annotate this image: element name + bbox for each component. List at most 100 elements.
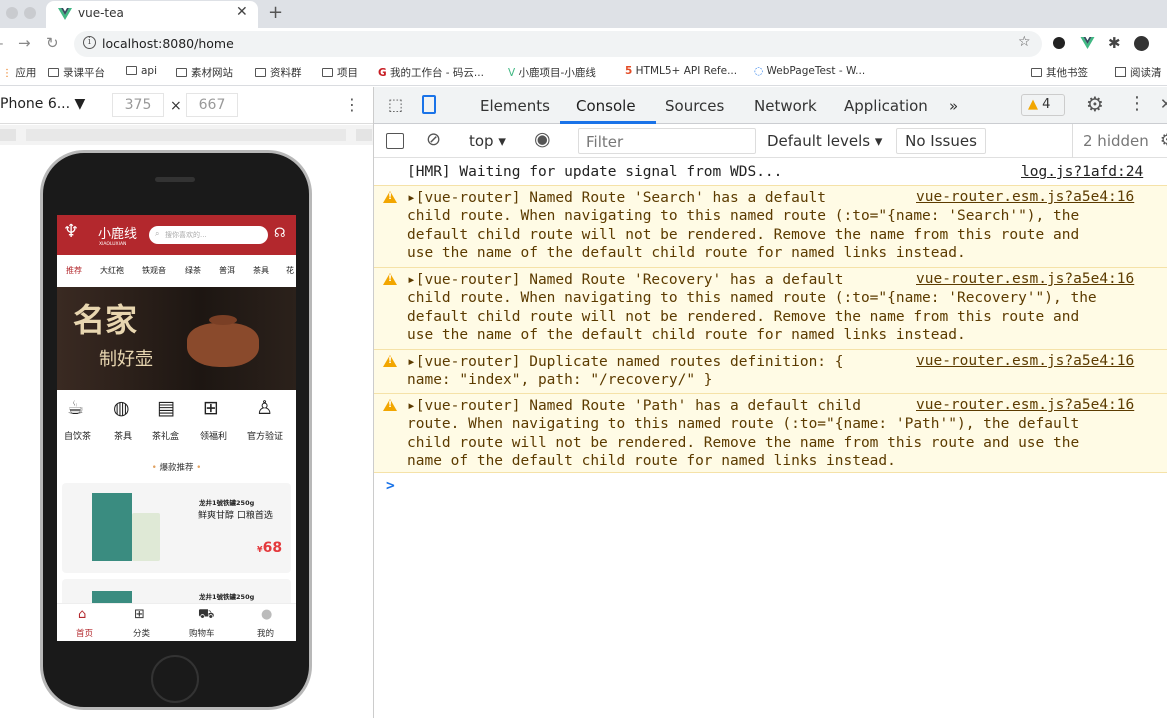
nav-item[interactable]: 普洱 — [219, 265, 235, 276]
clear-console-icon[interactable]: ⊘ — [426, 129, 441, 150]
devtools-tabbar: ⬚ Elements Console Sources Network Appli… — [374, 87, 1167, 124]
devtools-menu-icon[interactable]: ⋮ — [1128, 93, 1146, 114]
category-icons: ☕ 自饮茶 ◍ 茶具 ▤ 茶礼盒 ⊞ 领福利 ♙ 官方验证 — [57, 397, 296, 445]
warning-count-badge[interactable]: ▲ 4 — [1021, 94, 1065, 116]
inspect-element-icon[interactable]: ⬚ — [388, 95, 403, 114]
bookmark-apps[interactable]: ⋮ 应用 — [2, 65, 36, 80]
bookmark-item[interactable]: 资料群 — [255, 65, 302, 80]
device-toggle-icon[interactable] — [422, 95, 436, 114]
more-tabs-icon[interactable]: » — [949, 97, 958, 115]
window-close-dot[interactable] — [6, 7, 18, 19]
nav-item[interactable]: 绿茶 — [185, 265, 201, 276]
tab-application[interactable]: Application — [844, 97, 928, 115]
warning-source-link[interactable]: vue-router.esm.js?a5e4:16 — [916, 189, 1134, 205]
device-width-input[interactable]: 375 — [112, 93, 164, 117]
live-expression-eye-icon[interactable]: ◉ — [534, 128, 551, 150]
bookmark-star-icon[interactable]: ☆ — [1018, 34, 1031, 50]
window-minimize-dot[interactable] — [24, 7, 36, 19]
folder-icon — [322, 68, 333, 77]
console-settings-icon[interactable]: ⚙ — [1160, 130, 1167, 149]
category-label[interactable]: 领福利 — [200, 429, 227, 442]
warning-source-link[interactable]: vue-router.esm.js?a5e4:16 — [916, 353, 1134, 369]
console-warning-message[interactable]: ▸[vue-router] Named Route 'Recovery' has… — [374, 267, 1167, 349]
warning-source-link[interactable]: vue-router.esm.js?a5e4:16 — [916, 397, 1134, 413]
more-options-icon[interactable]: ⋮ — [344, 95, 360, 114]
product-card[interactable]: 龙井1號铁罐250g 鲜爽甘醇 口粮首选 ¥68 — [62, 483, 291, 573]
bookmark-item[interactable]: ◌ WebPageTest - W... — [754, 65, 865, 77]
tab-sources[interactable]: Sources — [665, 97, 724, 115]
nav-item[interactable]: 推荐 — [66, 265, 82, 276]
device-select[interactable]: Phone 6... ▼ — [0, 96, 85, 112]
close-devtools-icon[interactable]: ✕ — [1160, 95, 1167, 113]
tab-console[interactable]: Console — [576, 97, 636, 115]
console-warning-message[interactable]: ▸[vue-router] Named Route 'Search' has a… — [374, 185, 1167, 267]
console-prompt[interactable]: > — [386, 478, 395, 494]
bottom-tabbar: ⌂ 首页 ⊞ 分类 ⛟ 购物车 ● 我的 — [57, 603, 296, 641]
gift-icon[interactable]: ⊞ — [203, 397, 219, 419]
headset-icon[interactable]: ☊ — [274, 226, 286, 241]
bookmark-item[interactable]: 素材网站 — [176, 65, 233, 80]
gitee-icon: G — [378, 67, 387, 79]
extension-icon[interactable] — [1053, 37, 1065, 49]
nav-item[interactable]: 铁观音 — [142, 265, 166, 276]
log-levels-select[interactable]: Default levels ▾ — [767, 132, 882, 150]
home-icon[interactable]: ⌂ — [78, 607, 86, 622]
console-warning-message[interactable]: ▸[vue-router] Named Route 'Path' has a d… — [374, 393, 1167, 473]
bookmark-item[interactable]: 5 HTML5+ API Refe... — [625, 65, 737, 77]
tab-network[interactable]: Network — [754, 97, 817, 115]
browser-tab[interactable]: vue-tea ✕ — [46, 1, 258, 28]
tab-home[interactable]: 首页 — [76, 627, 93, 639]
nav-item[interactable]: 茶具 — [253, 265, 269, 276]
user-icon[interactable]: ● — [261, 607, 272, 622]
bookmark-item[interactable]: api — [126, 65, 157, 77]
bookmark-item[interactable]: 项目 — [322, 65, 358, 80]
verify-user-icon[interactable]: ♙ — [256, 397, 273, 419]
tab-category[interactable]: 分类 — [133, 627, 150, 639]
back-icon[interactable]: – — [0, 34, 4, 52]
search-input[interactable]: ⌕ 搜你喜欢的... — [149, 226, 268, 244]
nav-item[interactable]: 大红袍 — [100, 265, 124, 276]
tab-cart[interactable]: 购物车 — [189, 627, 215, 639]
nav-item[interactable]: 花 — [286, 265, 294, 276]
tea-set-icon[interactable]: ◍ — [113, 397, 130, 419]
bookmark-item[interactable]: G 我的工作台 - 码云... — [378, 65, 484, 80]
new-tab-icon[interactable]: + — [268, 2, 283, 23]
forward-icon[interactable]: → — [18, 34, 31, 52]
console-filter-input[interactable]: Filter — [578, 128, 756, 154]
category-label[interactable]: 官方验证 — [247, 429, 283, 442]
vue-devtools-icon[interactable] — [1080, 36, 1095, 50]
log-source-link[interactable]: log.js?1afd:24 — [1021, 164, 1143, 180]
promo-banner[interactable]: 名家 制好壶 — [57, 287, 296, 390]
site-info-icon[interactable]: i — [83, 36, 96, 49]
reload-icon[interactable]: ↻ — [46, 34, 59, 52]
media-query-bar[interactable] — [0, 125, 373, 145]
console-toolbar: ⊘ top ▾ ◉ Filter Default levels ▾ No Iss… — [374, 124, 1167, 158]
bookmark-item[interactable]: 录课平台 — [48, 65, 105, 80]
category-label[interactable]: 茶具 — [114, 429, 132, 442]
tab-elements[interactable]: Elements — [480, 97, 550, 115]
bookmark-item[interactable]: V 小鹿项目-小鹿线 — [508, 65, 596, 80]
issues-button[interactable]: No Issues — [896, 128, 986, 154]
teapot-image — [187, 323, 259, 367]
cart-icon[interactable]: ⛟ — [198, 607, 214, 624]
bookmark-item[interactable]: 其他书签 — [1031, 65, 1088, 80]
url-text[interactable]: localhost:8080/home — [102, 36, 234, 51]
profile-icon[interactable] — [1134, 36, 1149, 51]
tab-mine[interactable]: 我的 — [257, 627, 274, 639]
extensions-puzzle-icon[interactable]: ✱ — [1108, 34, 1121, 52]
bookmark-item[interactable]: 阅读清 — [1115, 65, 1162, 80]
sidebar-toggle-icon[interactable] — [386, 133, 404, 149]
category-label[interactable]: 茶礼盒 — [152, 429, 179, 442]
gift-box-icon[interactable]: ▤ — [157, 397, 175, 419]
device-height-input[interactable]: 667 — [186, 93, 238, 117]
category-label[interactable]: 自饮茶 — [64, 429, 91, 442]
home-button[interactable] — [151, 655, 199, 703]
context-select[interactable]: top ▾ — [469, 132, 506, 150]
grid-icon[interactable]: ⊞ — [134, 607, 145, 622]
omnibox[interactable]: i localhost:8080/home ☆ — [74, 31, 1042, 57]
console-warning-message[interactable]: ▸[vue-router] Duplicate named routes def… — [374, 349, 1167, 393]
warning-source-link[interactable]: vue-router.esm.js?a5e4:16 — [916, 271, 1134, 287]
teacup-icon[interactable]: ☕ — [67, 397, 84, 419]
close-tab-icon[interactable]: ✕ — [236, 4, 248, 20]
settings-gear-icon[interactable]: ⚙ — [1086, 92, 1104, 116]
